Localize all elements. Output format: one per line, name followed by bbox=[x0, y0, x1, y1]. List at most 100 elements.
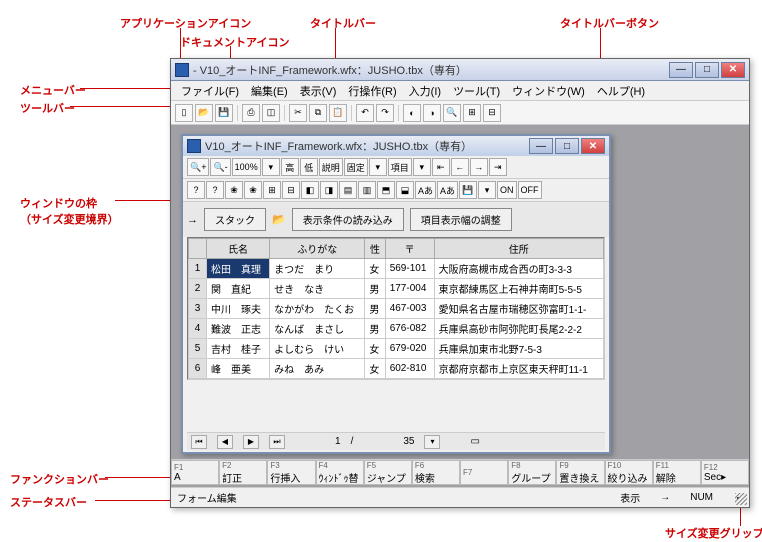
toolbar-search-icon[interactable]: 🔍 bbox=[443, 104, 461, 122]
data-grid[interactable]: 氏名 ふりがな 性 〒 住所 1松田 真理まつだ まり女569-101大阪府高槻… bbox=[187, 237, 605, 380]
first-icon[interactable]: ⇤ bbox=[432, 158, 450, 176]
function-key-f3[interactable]: F3行挿入 bbox=[267, 460, 315, 485]
function-key-f1[interactable]: F1A bbox=[171, 460, 219, 485]
tool-icon[interactable]: ⊞ bbox=[263, 181, 281, 199]
toolbar-redo-icon[interactable]: ↷ bbox=[376, 104, 394, 122]
tool-icon[interactable]: ⊟ bbox=[282, 181, 300, 199]
toolbar-save-icon[interactable]: 💾 bbox=[215, 104, 233, 122]
zoom-in-icon[interactable]: 🔍+ bbox=[187, 158, 209, 176]
menu-edit[interactable]: 編集(E) bbox=[245, 81, 294, 101]
tool-icon[interactable]: ▤ bbox=[339, 181, 357, 199]
function-key-f7[interactable]: F7 bbox=[460, 460, 508, 485]
table-row[interactable]: 6峰 亜美みね あみ女602-810京都府京都市上京区東天秤町11-1 bbox=[189, 359, 604, 379]
maximize-button[interactable]: □ bbox=[695, 62, 719, 78]
child-close-button[interactable]: ✕ bbox=[581, 138, 605, 154]
col-furigana[interactable]: ふりがな bbox=[270, 239, 365, 259]
child-titlebar[interactable]: V10_オートINF_Framework.wfx：JUSHO.tbx（専有） —… bbox=[183, 136, 609, 156]
toolbar-btn-icon[interactable]: ⊟ bbox=[483, 104, 501, 122]
table-row[interactable]: 3中川 琢夫なかがわ たくお男467-003愛知県名古屋市瑞穂区弥富町1-1- bbox=[189, 299, 604, 319]
function-key-f6[interactable]: F6検索 bbox=[412, 460, 460, 485]
tool-icon[interactable]: ❀ bbox=[225, 181, 243, 199]
tool-icon[interactable]: ◨ bbox=[320, 181, 338, 199]
minimize-button[interactable]: — bbox=[669, 62, 693, 78]
tool-icon[interactable]: ? bbox=[206, 181, 224, 199]
stack-button[interactable]: スタック bbox=[204, 208, 266, 231]
zoom-out-icon[interactable]: 🔍- bbox=[210, 158, 230, 176]
zoom-dropdown-icon[interactable]: ▾ bbox=[262, 158, 280, 176]
table-row[interactable]: 2関 直紀せき なき男177-004東京都練馬区上石神井南町5-5-5 bbox=[189, 279, 604, 299]
function-key-f12[interactable]: F12Sec▸ bbox=[701, 460, 749, 485]
col-name[interactable]: 氏名 bbox=[207, 239, 270, 259]
toolbar-open-icon[interactable]: 📂 bbox=[195, 104, 213, 122]
fixed-dropdown-icon[interactable]: ▾ bbox=[369, 158, 387, 176]
function-key-f9[interactable]: F9置き換え bbox=[556, 460, 604, 485]
nav-prev-icon[interactable]: ◀ bbox=[217, 435, 233, 449]
last-icon[interactable]: ⇥ bbox=[489, 158, 507, 176]
doc-icon[interactable] bbox=[187, 139, 201, 153]
toolbar-new-icon[interactable]: ▯ bbox=[175, 104, 193, 122]
toolbar-preview-icon[interactable]: ◫ bbox=[262, 104, 280, 122]
item-button[interactable]: 項目 bbox=[388, 158, 412, 176]
menu-row[interactable]: 行操作(R) bbox=[342, 81, 402, 101]
tool-icon[interactable]: ? bbox=[187, 181, 205, 199]
function-key-f4[interactable]: F4ｳｨﾝﾄﾞｩ替 bbox=[316, 460, 364, 485]
resize-grip[interactable] bbox=[735, 493, 747, 505]
menu-tool[interactable]: ツール(T) bbox=[447, 81, 506, 101]
toolbar-print-icon[interactable]: ⎙ bbox=[242, 104, 260, 122]
menu-view[interactable]: 表示(V) bbox=[294, 81, 343, 101]
tool-icon[interactable]: ◧ bbox=[301, 181, 319, 199]
off-button[interactable]: OFF bbox=[518, 181, 542, 199]
toolbar-copy-icon[interactable]: ⧉ bbox=[309, 104, 327, 122]
col-zip[interactable]: 〒 bbox=[385, 239, 434, 259]
child-minimize-button[interactable]: — bbox=[529, 138, 553, 154]
function-key-f11[interactable]: F11解除 bbox=[653, 460, 701, 485]
adjust-width-button[interactable]: 項目表示幅の調整 bbox=[410, 208, 512, 231]
menu-input[interactable]: 入力(I) bbox=[403, 81, 447, 101]
low-button[interactable]: 低 bbox=[300, 158, 318, 176]
main-titlebar[interactable]: - V10_オートINF_Framework.wfx：JUSHO.tbx（専有）… bbox=[171, 59, 749, 81]
function-key-f10[interactable]: F10絞り込み bbox=[605, 460, 653, 485]
tool-icon[interactable]: Aあ bbox=[437, 181, 458, 199]
function-key-f2[interactable]: F2訂正 bbox=[219, 460, 267, 485]
tool-icon[interactable]: ⬓ bbox=[396, 181, 414, 199]
table-row[interactable]: 4難波 正志なんば まさし男676-082兵庫県高砂市阿弥陀町長尾2-2-2 bbox=[189, 319, 604, 339]
prev-icon[interactable]: ← bbox=[451, 158, 469, 176]
col-sex[interactable]: 性 bbox=[365, 239, 385, 259]
nav-last-icon[interactable]: ⏭ bbox=[269, 435, 285, 449]
toolbar-btn-icon[interactable]: ⊞ bbox=[463, 104, 481, 122]
menu-file[interactable]: ファイル(F) bbox=[175, 81, 245, 101]
zoom-value[interactable]: 100% bbox=[232, 158, 261, 176]
nav-first-icon[interactable]: ⏮ bbox=[191, 435, 207, 449]
desc-button[interactable]: 説明 bbox=[319, 158, 343, 176]
next-icon[interactable]: → bbox=[470, 158, 488, 176]
function-key-f8[interactable]: F8グループ bbox=[508, 460, 556, 485]
toolbar-btn-icon[interactable]: ◑ bbox=[423, 104, 441, 122]
tool-icon[interactable]: ▥ bbox=[358, 181, 376, 199]
save-icon[interactable]: 💾 bbox=[459, 181, 477, 199]
high-button[interactable]: 高 bbox=[281, 158, 299, 176]
toolbar-cut-icon[interactable]: ✂ bbox=[289, 104, 307, 122]
on-button[interactable]: ON bbox=[497, 181, 517, 199]
menu-help[interactable]: ヘルプ(H) bbox=[591, 81, 651, 101]
load-cond-button[interactable]: 表示条件の読み込み bbox=[292, 208, 404, 231]
app-icon[interactable] bbox=[175, 63, 189, 77]
folder-icon[interactable]: 📂 bbox=[272, 213, 286, 226]
item-dropdown-icon[interactable]: ▾ bbox=[413, 158, 431, 176]
function-key-f5[interactable]: F5ジャンプ bbox=[364, 460, 412, 485]
tool-icon[interactable]: ⬒ bbox=[377, 181, 395, 199]
close-button[interactable]: ✕ bbox=[721, 62, 745, 78]
tool-icon[interactable]: ❀ bbox=[244, 181, 262, 199]
col-address[interactable]: 住所 bbox=[434, 239, 603, 259]
fixed-button[interactable]: 固定 bbox=[344, 158, 368, 176]
menu-window[interactable]: ウィンドウ(W) bbox=[506, 81, 591, 101]
nav-next-icon[interactable]: ▶ bbox=[243, 435, 259, 449]
toolbar-paste-icon[interactable]: 📋 bbox=[329, 104, 347, 122]
toolbar-btn-icon[interactable]: ◐ bbox=[403, 104, 421, 122]
child-maximize-button[interactable]: □ bbox=[555, 138, 579, 154]
table-row[interactable]: 5吉村 桂子よしむら けい女679-020兵庫県加東市北野7-5-3 bbox=[189, 339, 604, 359]
tool-dropdown-icon[interactable]: ▾ bbox=[478, 181, 496, 199]
tool-icon[interactable]: Aあ bbox=[415, 181, 436, 199]
table-row[interactable]: 1松田 真理まつだ まり女569-101大阪府高槻市成合西の町3-3-3 bbox=[189, 259, 604, 279]
toolbar-undo-icon[interactable]: ↶ bbox=[356, 104, 374, 122]
dropdown-icon[interactable]: ▾ bbox=[424, 435, 440, 449]
